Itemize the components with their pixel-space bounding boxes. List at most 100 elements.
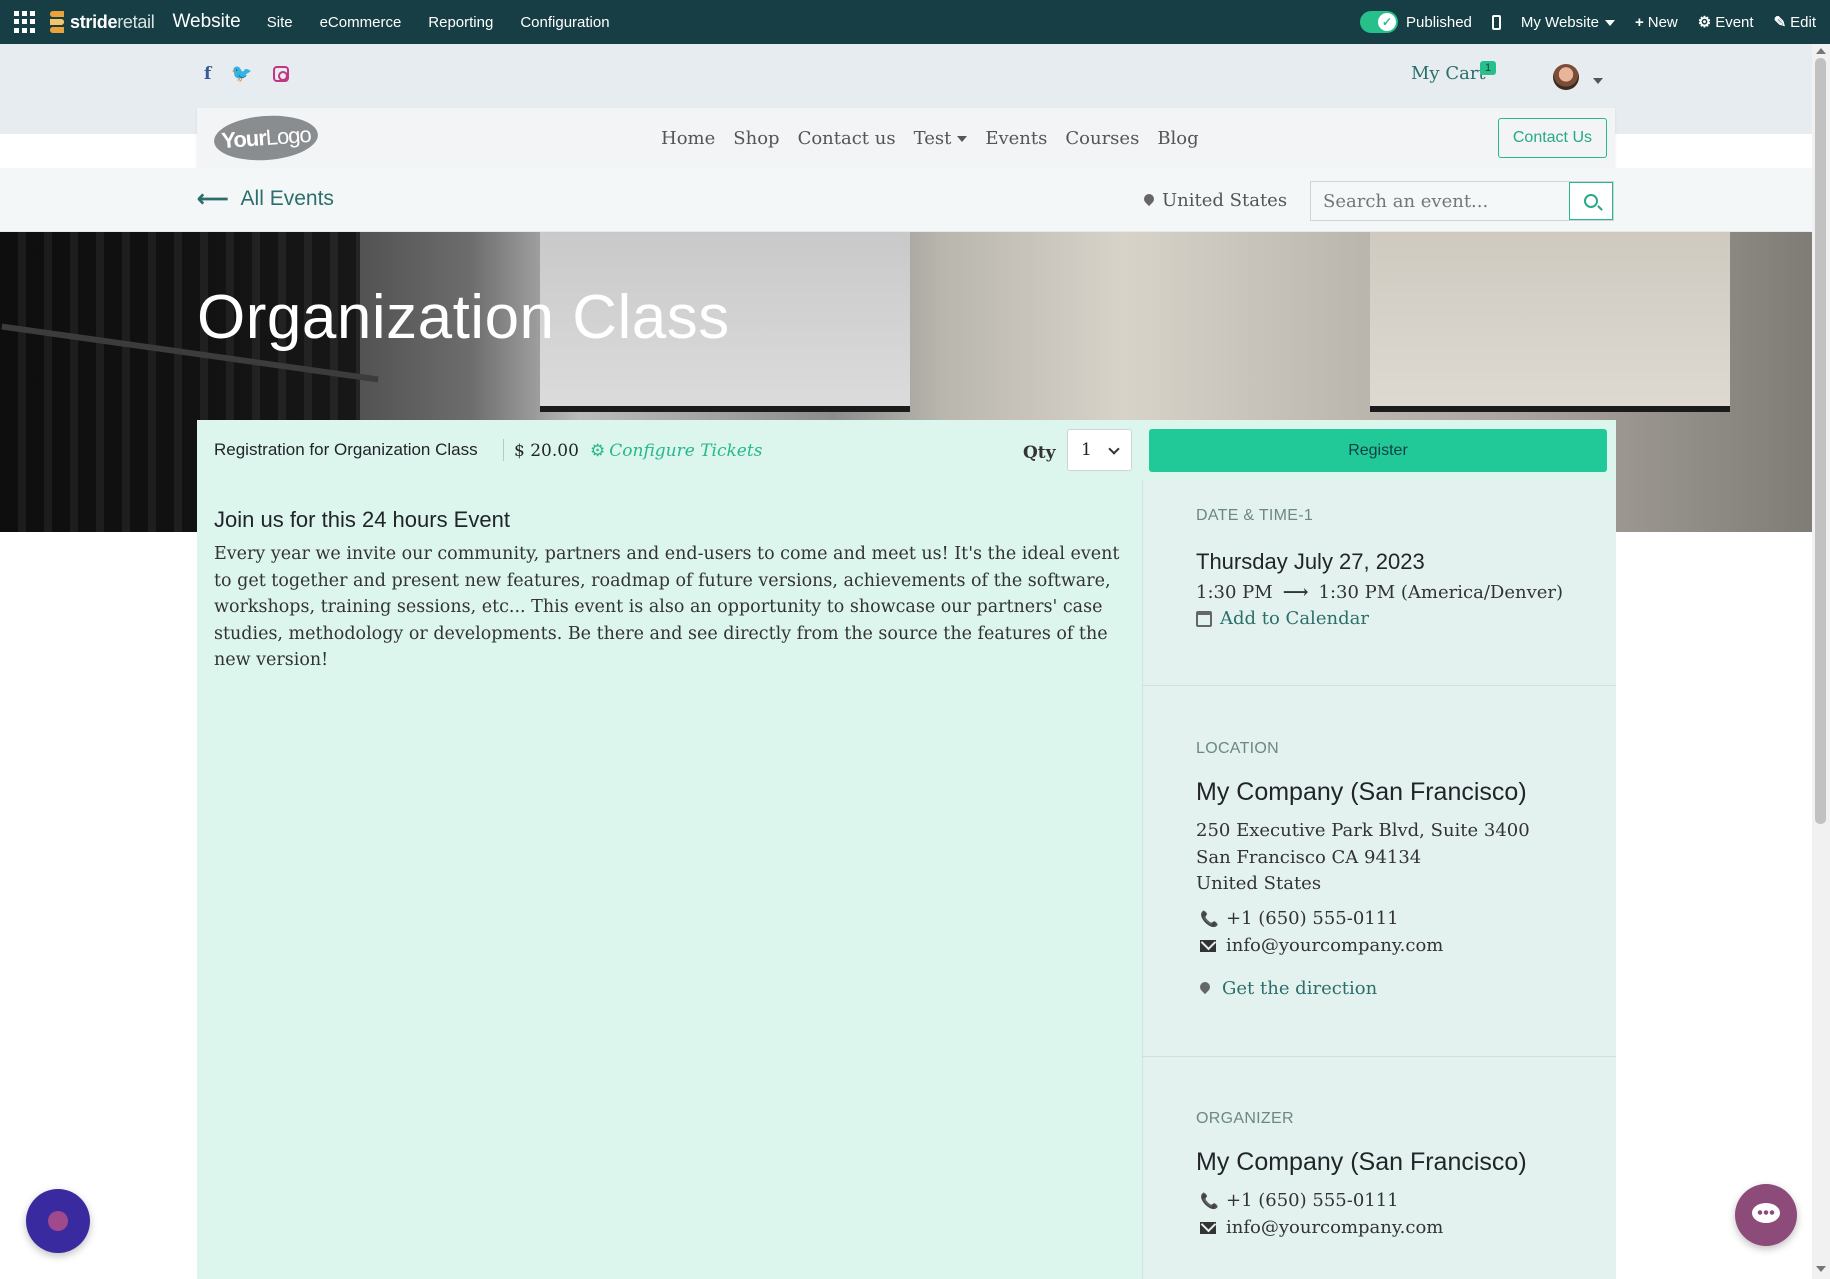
nav-contact-us[interactable]: Contact us (798, 128, 896, 149)
plus-icon: + (1634, 13, 1644, 31)
instagram-icon[interactable] (272, 66, 289, 82)
event-date: Thursday July 27, 2023 (1196, 549, 1425, 574)
edit-button[interactable]: ✎ Edit (1774, 13, 1816, 31)
search-button[interactable] (1569, 182, 1613, 220)
all-events-link[interactable]: ⟵ All Events (197, 186, 334, 212)
scrollbar-thumb[interactable] (1815, 58, 1826, 824)
twitter-icon[interactable]: 🐦 (231, 64, 252, 84)
address-line-2: San Francisco CA 94134 (1196, 847, 1422, 868)
gear-icon: ⚙ (1697, 14, 1712, 31)
search-input[interactable] (1311, 182, 1569, 220)
caret-down-icon (1604, 19, 1615, 26)
time-start: 1:30 PM (1196, 582, 1273, 603)
add-to-calendar-link[interactable]: Add to Calendar (1196, 608, 1369, 629)
country-label: United States (1162, 190, 1288, 211)
logo-bold: Your (220, 125, 267, 154)
published-label: Published (1406, 13, 1472, 31)
live-chat-button[interactable] (1735, 1184, 1797, 1246)
map-pin-icon (1144, 194, 1154, 208)
quantity-value: 1 (1081, 440, 1092, 460)
cart-count-badge: 1 (1480, 61, 1497, 75)
admin-menu-site[interactable]: Site (267, 14, 293, 31)
organizer-phone-value: +1 (650) 555-0111 (1226, 1190, 1399, 1211)
configure-tickets-label: Configure Tickets (609, 441, 763, 461)
brand-name-light: retail (117, 11, 155, 32)
social-links: f 🐦 (204, 64, 289, 84)
location-phone-value: +1 (650) 555-0111 (1226, 908, 1399, 929)
toggle-switch[interactable] (1360, 11, 1398, 33)
edit-label: Edit (1790, 14, 1816, 31)
nav-test-dropdown[interactable]: Test (914, 128, 968, 149)
location-phone: 📞 +1 (650) 555-0111 (1200, 908, 1399, 929)
chat-dots (1757, 1210, 1775, 1215)
admin-bar: strideretail Website Site eCommerce Repo… (0, 0, 1830, 44)
add-to-calendar-label: Add to Calendar (1220, 608, 1369, 629)
envelope-icon (1200, 1221, 1216, 1234)
divider (503, 439, 504, 461)
get-direction-label: Get the direction (1222, 978, 1378, 999)
admin-menu-reporting[interactable]: Reporting (428, 14, 493, 31)
qty-label: Qty (1023, 443, 1056, 463)
country-filter[interactable]: United States (1144, 190, 1287, 211)
app-title[interactable]: Website (172, 11, 240, 33)
location-email: info@yourcompany.com (1200, 935, 1443, 956)
sidebar-divider (1142, 685, 1616, 686)
address-line-1: 250 Executive Park Blvd, Suite 3400 (1196, 820, 1530, 841)
nav-shop[interactable]: Shop (733, 128, 779, 149)
user-avatar[interactable] (1553, 64, 1579, 90)
scroll-up-arrow-icon[interactable] (1816, 48, 1826, 54)
apps-grid-icon[interactable] (14, 11, 36, 33)
logo-light: Logo (264, 121, 312, 150)
event-label: Event (1715, 14, 1754, 31)
time-end: 1:30 PM (America/Denver) (1318, 582, 1564, 603)
event-time: 1:30 PM ⟶ 1:30 PM (America/Denver) (1196, 582, 1563, 603)
location-name: My Company (San Francisco) (1196, 778, 1527, 806)
mobile-preview-icon[interactable] (1491, 14, 1501, 30)
contact-us-button[interactable]: Contact Us (1497, 118, 1607, 158)
quantity-select[interactable]: 1 (1067, 429, 1132, 471)
pencil-icon: ✎ (1773, 14, 1787, 31)
hero-projection-screen (1370, 232, 1730, 412)
organizer-email-value: info@yourcompany.com (1226, 1217, 1444, 1238)
nav-home[interactable]: Home (661, 128, 715, 149)
register-button[interactable]: Register (1149, 429, 1607, 472)
scroll-down-arrow-icon[interactable] (1816, 1266, 1826, 1272)
admin-menu-configuration[interactable]: Configuration (520, 14, 609, 31)
date-heading: DATE & TIME-1 (1196, 507, 1314, 524)
location-email-value: info@yourcompany.com (1226, 935, 1444, 956)
publish-toggle[interactable]: Published (1360, 11, 1472, 33)
nav-blog[interactable]: Blog (1157, 128, 1198, 149)
event-button[interactable]: ⚙ Event (1698, 13, 1754, 31)
organizer-heading: ORGANIZER (1196, 1110, 1294, 1127)
nav-events[interactable]: Events (985, 128, 1047, 149)
brand-mark-icon (48, 9, 66, 35)
new-label: New (1647, 13, 1678, 31)
envelope-icon (1200, 939, 1216, 952)
facebook-icon[interactable]: f (204, 64, 211, 84)
sidebar-divider (1142, 1056, 1616, 1057)
event-search (1310, 181, 1614, 221)
assistant-launcher-button[interactable] (26, 1189, 90, 1253)
website-switcher[interactable]: My Website (1521, 14, 1615, 31)
description-body: Every year we invite our community, part… (214, 544, 1120, 670)
get-direction-link[interactable]: Get the direction (1200, 978, 1377, 999)
description-title: Join us for this 24 hours Event (214, 507, 510, 532)
caret-down-icon[interactable] (1587, 72, 1603, 90)
brand-name-bold: stride (70, 11, 118, 32)
organizer-phone: 📞 +1 (650) 555-0111 (1200, 1190, 1399, 1211)
nav-courses[interactable]: Courses (1065, 128, 1139, 149)
admin-menu-ecommerce[interactable]: eCommerce (320, 14, 402, 31)
my-cart-link[interactable]: My Cart (1411, 63, 1486, 84)
arrow-right-icon: ⟶ (1282, 582, 1309, 603)
caret-down-icon (957, 135, 968, 142)
map-pin-icon (1200, 982, 1210, 996)
configure-tickets-link[interactable]: ⚙ Configure Tickets (590, 441, 762, 461)
phone-icon: 📞 (1200, 909, 1219, 928)
registration-label: Registration for Organization Class (214, 440, 478, 459)
company-logo[interactable]: YourLogo (212, 112, 320, 164)
new-button[interactable]: + New (1635, 14, 1678, 31)
admin-menu: Site eCommerce Reporting Configuration (267, 14, 610, 31)
arrow-left-icon: ⟵ (197, 186, 229, 211)
address-line-3: United States (1196, 873, 1322, 894)
brand-logo[interactable]: strideretail (48, 9, 155, 35)
